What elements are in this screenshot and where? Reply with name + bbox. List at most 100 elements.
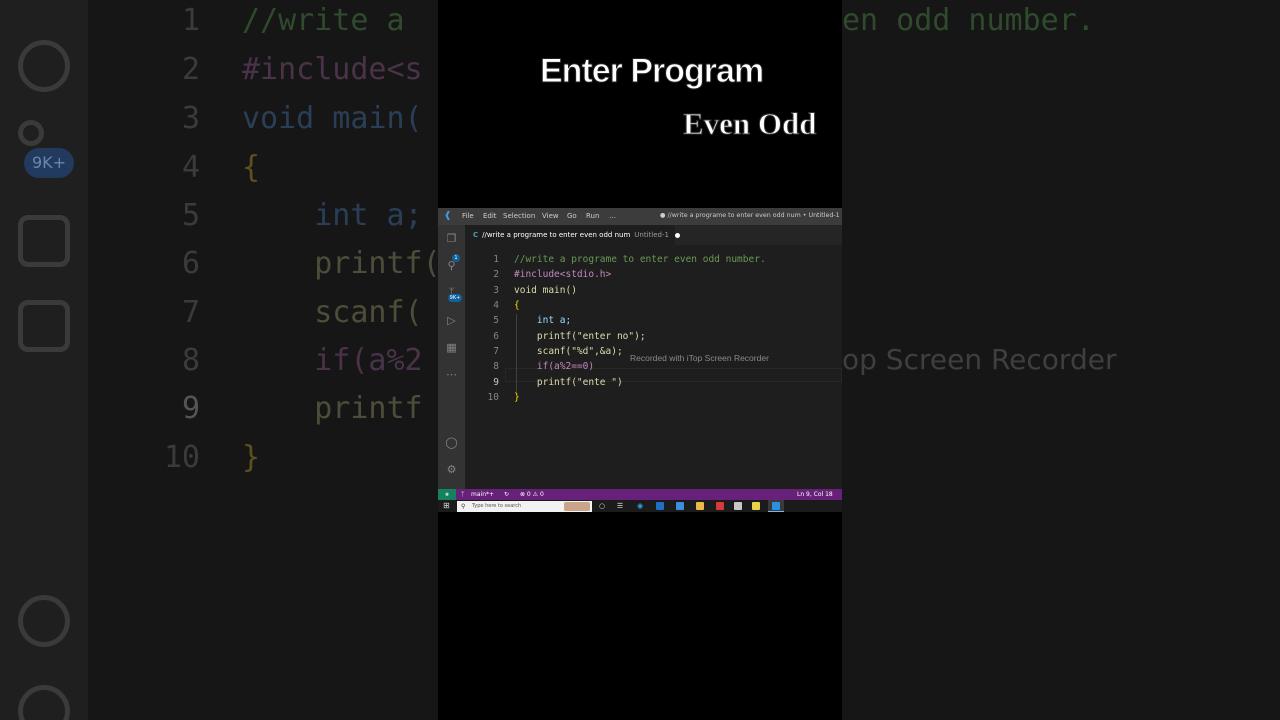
settings-gear-icon[interactable]: ⚙ [444, 462, 459, 477]
extensions-icon[interactable]: ▦ [444, 340, 459, 355]
bg-search-icon [18, 40, 70, 92]
windows-taskbar: ⊞ ⚲ Type here to search ○ ☰ ◉ [438, 500, 842, 512]
bg-code-line: //write a [242, 3, 405, 38]
bg-line-number: 7 [181, 295, 200, 330]
cursor-position[interactable]: Ln 9, Col 18 [797, 489, 833, 500]
line-number: 5 [493, 315, 499, 326]
bg-extensions-icon [18, 300, 70, 352]
bg-run-icon [18, 215, 70, 267]
bg-watermark: op Screen Recorder [842, 343, 1117, 376]
run-debug-icon[interactable]: ▷ [444, 313, 459, 328]
line-number: 6 [493, 331, 499, 342]
bg-code-line: printf( [242, 246, 441, 281]
mail-icon[interactable] [656, 502, 664, 510]
bg-code-line: if(a%2 [242, 343, 423, 378]
problems-indicator[interactable]: ⊗ 0 ⚠ 0 [520, 489, 544, 500]
menu-more[interactable]: … [609, 212, 616, 220]
tab-bar: C//write a programe to enter even odd nu… [465, 225, 842, 245]
bg-code-line: void main( [242, 101, 423, 136]
menu-edit[interactable]: Edit [483, 212, 497, 220]
tab-untitled-1[interactable]: C//write a programe to enter even odd nu… [465, 225, 680, 245]
store-icon[interactable] [676, 502, 684, 510]
vscode-taskbar-icon [772, 502, 780, 510]
menu-go[interactable]: Go [567, 212, 577, 220]
bg-line-number: 8 [181, 343, 200, 378]
search-highlight-image [564, 502, 590, 511]
line-number: 4 [493, 300, 499, 311]
menu-selection[interactable]: Selection [503, 212, 535, 220]
bg-line-number: 4 [181, 150, 200, 185]
bg-line-number: 5 [181, 198, 200, 233]
bg-code-line: { [242, 150, 261, 185]
search-icon[interactable]: ⚲ [444, 258, 459, 273]
bg-scm-icon [18, 120, 44, 146]
line-number: 1 [493, 254, 499, 265]
code-line-6: printf("enter no"); [514, 331, 646, 342]
line-number: 10 [487, 392, 499, 403]
code-line-9: printf("ente ") [514, 377, 623, 388]
unsaved-dot-icon[interactable] [674, 232, 680, 238]
account-icon[interactable]: ◯ [444, 435, 459, 450]
code-editor[interactable]: 1 2 3 4 5 6 7 8 9 10 //write a programe … [465, 245, 842, 489]
edge-icon[interactable]: ◉ [636, 502, 644, 510]
bg-line-number: 10 [163, 440, 200, 475]
line-number: 8 [493, 361, 499, 372]
bg-code-line: #include<s [242, 52, 423, 87]
line-number: 7 [493, 346, 499, 357]
menu-file[interactable]: File [462, 212, 474, 220]
photos-icon[interactable] [734, 502, 742, 510]
tab-sublabel: Untitled-1 [634, 231, 669, 239]
bg-line-number: 6 [181, 246, 200, 281]
line-number: 2 [493, 269, 499, 280]
bg-code-fragment: en odd number. [842, 3, 1095, 38]
status-bar: ⨳ ᛉ main*+ ↻ ⊗ 0 ⚠ 0 Ln 9, Col 18 [438, 489, 842, 500]
vscode-taskbar-button[interactable] [768, 500, 784, 512]
task-view-icon[interactable]: ☰ [616, 502, 624, 510]
line-number: 3 [493, 285, 499, 296]
cortana-icon[interactable]: ○ [598, 502, 606, 510]
bg-account-icon [18, 595, 70, 647]
bg-scm-badge: 9K+ [24, 148, 74, 178]
bg-line-number: 1 [181, 3, 200, 38]
remote-icon[interactable]: ⨳ [438, 489, 456, 500]
search-icon: ⚲ [461, 503, 466, 510]
branch-label[interactable]: main*+ [471, 489, 494, 500]
bg-line-number: 2 [181, 52, 200, 87]
code-line-8: if(a%2==0) [514, 361, 595, 372]
vscode-logo-icon: ❰ [444, 211, 452, 221]
code-line-10: } [514, 392, 520, 403]
code-line-4: { [514, 300, 520, 311]
line-number: 9 [493, 377, 499, 388]
taskbar-search-placeholder: Type here to search [472, 503, 522, 509]
vscode-window: ❰ File Edit Selection View Go Run … ● //… [438, 208, 842, 512]
more-icon[interactable]: ⋯ [444, 367, 459, 382]
code-line-7: scanf("%d",&a); [514, 346, 623, 357]
taskbar-search-box[interactable]: ⚲ Type here to search [457, 501, 592, 512]
activity-bar: ❐ 1 ⚲ ᛉ 9K+ ▷ ▦ ⋯ ◯ ⚙ [438, 225, 465, 489]
tab-label: //write a programe to enter even odd num [482, 231, 631, 239]
code-line-1: //write a programe to enter even odd num… [514, 254, 766, 265]
bg-code-line: printf [242, 391, 423, 426]
overlay-title: Enter Program [539, 52, 764, 91]
code-line-3: void main() [514, 285, 577, 296]
c-file-icon: C [473, 231, 479, 239]
code-line-5: int a; [514, 315, 572, 326]
video-app-icon[interactable] [716, 502, 724, 510]
branch-icon: ᛉ [461, 491, 465, 498]
explorer-icon[interactable]: ❐ [444, 231, 459, 246]
menu-run[interactable]: Run [586, 212, 599, 220]
bg-code-line: scanf( [242, 295, 423, 330]
recorder-watermark: Recorded with iTop Screen Recorder [630, 353, 769, 363]
file-explorer-icon[interactable] [696, 502, 704, 510]
recorder-app-icon[interactable] [752, 502, 760, 510]
bg-code-line: int a; [242, 198, 423, 233]
source-control-badge: 9K+ [448, 294, 462, 302]
code-line-2: #include<stdio.h> [514, 269, 612, 280]
window-title: ● //write a programe to enter even odd n… [660, 212, 842, 219]
windows-start-icon[interactable]: ⊞ [443, 502, 450, 510]
overlay-subtitle: Even Odd [683, 106, 818, 142]
sync-icon[interactable]: ↻ [504, 489, 509, 500]
bg-line-number: 3 [181, 101, 200, 136]
bg-code-line: } [242, 440, 261, 475]
menu-view[interactable]: View [542, 212, 559, 220]
